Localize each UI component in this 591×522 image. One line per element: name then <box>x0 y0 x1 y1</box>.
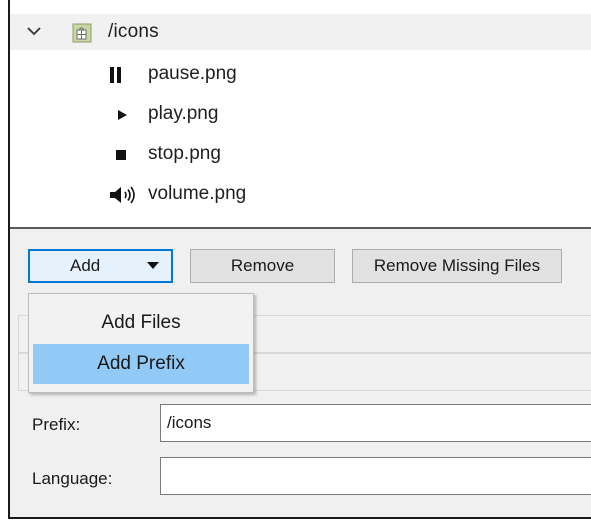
tree-item-stop[interactable]: stop.png <box>10 134 410 174</box>
tree-item-pause[interactable]: pause.png <box>10 54 410 94</box>
tree-root-label: /icons <box>108 21 159 42</box>
tree-item-play[interactable]: play.png <box>10 94 410 134</box>
language-field[interactable] <box>160 457 591 495</box>
tree-item-label: play.png <box>148 103 219 124</box>
tree-item-volume[interactable]: volume.png <box>10 174 410 214</box>
prefix-field[interactable] <box>160 404 591 442</box>
stop-icon <box>116 150 126 160</box>
remove-missing-files-button[interactable]: Remove Missing Files <box>352 249 562 283</box>
remove-button[interactable]: Remove <box>190 249 335 283</box>
resource-prefix-icon <box>72 23 92 43</box>
prefix-label: Prefix: <box>32 415 81 434</box>
menu-item-add-files[interactable]: Add Files <box>33 303 249 343</box>
tree-root-prefix[interactable]: /icons <box>10 14 591 50</box>
play-icon <box>118 110 127 120</box>
pause-icon <box>110 67 121 83</box>
menu-item-add-prefix[interactable]: Add Prefix <box>33 344 249 384</box>
add-button-label: Add <box>70 256 101 275</box>
chevron-down-icon[interactable] <box>26 23 42 39</box>
language-label: Language: <box>32 469 113 488</box>
tree-item-label: pause.png <box>148 63 237 84</box>
dropdown-arrow-icon[interactable] <box>147 262 159 270</box>
resource-tree: /icons pause.png play.png stop.png volum… <box>10 0 591 227</box>
volume-icon <box>110 186 135 204</box>
add-dropdown-menu: Add Files Add Prefix <box>28 293 254 393</box>
tree-item-label: volume.png <box>148 183 247 204</box>
remove-button-label: Remove <box>230 256 295 275</box>
remove-missing-files-label: Remove Missing Files <box>373 256 541 275</box>
add-button[interactable]: Add <box>28 249 173 283</box>
tree-item-label: stop.png <box>148 143 221 164</box>
